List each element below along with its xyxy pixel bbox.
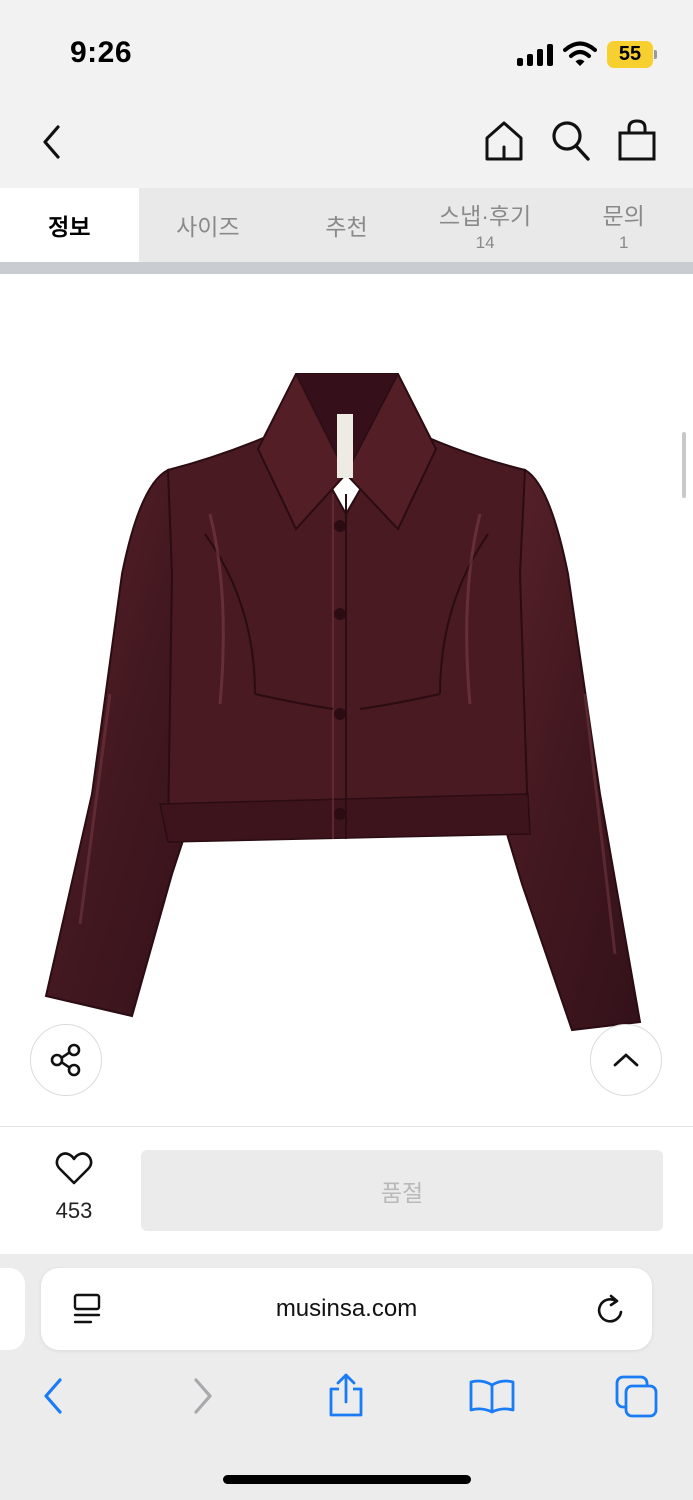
battery-cap: [654, 50, 657, 59]
reload-icon[interactable]: [594, 1292, 628, 1328]
url-text: musinsa.com: [275, 1295, 418, 1322]
browser-chrome: musinsa.com: [0, 1254, 693, 1500]
status-bar: 9:26 55: [0, 0, 693, 100]
tabs-icon[interactable]: [614, 1374, 660, 1420]
home-indicator: [223, 1475, 471, 1484]
tab-divider: [0, 262, 693, 274]
bookmarks-icon[interactable]: [468, 1378, 516, 1414]
tab-recommend[interactable]: 추천: [277, 188, 416, 262]
back-arrow-icon[interactable]: [38, 1376, 68, 1416]
cellular-signal-icon: [517, 44, 553, 66]
scroll-top-button[interactable]: [590, 1024, 662, 1096]
like-count: 453: [55, 1198, 93, 1223]
shopping-bag-icon[interactable]: [617, 118, 657, 162]
like-button[interactable]: 453: [40, 1151, 108, 1224]
forward-arrow-icon[interactable]: [188, 1376, 218, 1416]
tab-count: 1: [618, 233, 629, 252]
heart-icon: [55, 1152, 93, 1185]
tab-size[interactable]: 사이즈: [139, 188, 278, 262]
share-icon: [50, 1043, 81, 1077]
battery-level: 55: [618, 43, 642, 65]
tab-label: 사이즈: [176, 214, 240, 240]
tab-label: 추천: [325, 214, 368, 240]
nav-header: [0, 100, 693, 188]
purchase-action-bar: 453 품절: [0, 1126, 693, 1254]
tab-inquiry[interactable]: 문의 1: [554, 188, 693, 262]
previous-tab-preview[interactable]: [0, 1268, 25, 1350]
sold-out-button[interactable]: 품절: [141, 1150, 663, 1231]
share-upload-icon[interactable]: [326, 1372, 366, 1418]
burgundy-leather-jacket-image: [44, 373, 642, 1032]
tab-info[interactable]: 정보: [0, 188, 139, 262]
home-icon[interactable]: [484, 120, 524, 162]
tab-label: 스냅·후기: [438, 203, 532, 229]
share-button[interactable]: [30, 1024, 102, 1096]
tab-count: 14: [475, 233, 495, 252]
product-tabs: 정보 사이즈 추천 스냅·후기 14 문의 1: [0, 188, 693, 262]
page: 9:26 55 정보 사이즈 추천 스냅·후기 14 문의 1 453 품절 m…: [0, 0, 693, 1500]
tab-label: 문의: [602, 203, 645, 229]
tab-label: 정보: [48, 214, 91, 240]
wifi-icon: [563, 41, 597, 66]
scroll-indicator[interactable]: [682, 432, 686, 498]
chevron-up-icon: [613, 1053, 639, 1067]
address-bar[interactable]: musinsa.com: [41, 1268, 652, 1350]
product-image-area: [0, 274, 693, 1126]
search-icon[interactable]: [551, 120, 591, 162]
status-time: 9:26: [70, 36, 133, 69]
battery-indicator: 55: [607, 41, 657, 68]
tab-snap-review[interactable]: 스냅·후기 14: [416, 188, 555, 262]
chevron-left-icon[interactable]: [38, 122, 66, 162]
